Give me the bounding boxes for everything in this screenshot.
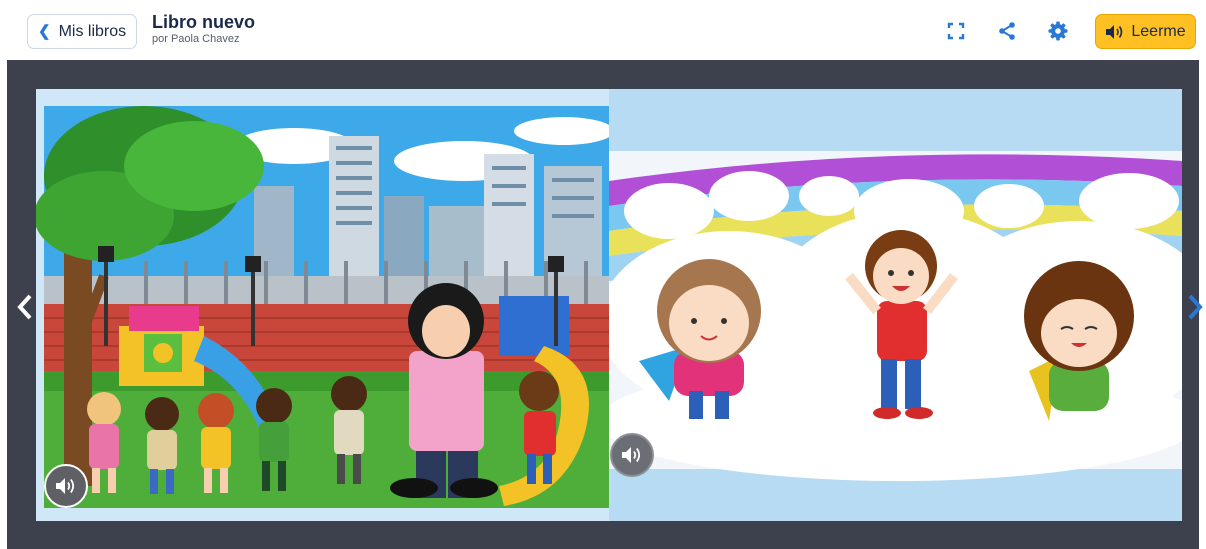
chevron-left-icon: ❮ bbox=[38, 23, 51, 40]
left-page-audio-button[interactable] bbox=[44, 464, 88, 508]
settings-button[interactable] bbox=[1046, 19, 1070, 43]
chevron-left-icon bbox=[17, 294, 32, 320]
speaker-icon bbox=[56, 478, 75, 494]
kids-on-clouds-illustration bbox=[609, 89, 1182, 521]
gear-icon bbox=[1048, 21, 1068, 41]
book-stage bbox=[7, 60, 1203, 549]
book-title: Libro nuevo bbox=[152, 12, 255, 32]
left-page bbox=[36, 89, 609, 521]
read-aloud-button[interactable]: Leerme bbox=[1095, 14, 1196, 49]
park-illustration bbox=[36, 89, 609, 521]
back-to-my-books-button[interactable]: ❮ Mis libros bbox=[27, 14, 137, 49]
fullscreen-button[interactable] bbox=[944, 19, 968, 43]
book-title-block: Libro nuevo por Paola Chavez bbox=[152, 12, 255, 46]
back-label: Mis libros bbox=[58, 22, 127, 40]
top-bar: ❮ Mis libros Libro nuevo por Paola Chave… bbox=[0, 0, 1206, 60]
share-icon bbox=[999, 22, 1015, 40]
fullscreen-icon bbox=[947, 22, 965, 40]
previous-page-button[interactable] bbox=[13, 290, 37, 324]
book-author: por Paola Chavez bbox=[152, 33, 240, 45]
read-aloud-label: Leerme bbox=[1131, 22, 1186, 40]
speaker-icon bbox=[622, 447, 641, 463]
share-button[interactable] bbox=[995, 19, 1019, 43]
right-page-audio-button[interactable] bbox=[610, 433, 654, 477]
next-page-button[interactable] bbox=[1183, 290, 1206, 324]
speaker-icon bbox=[1106, 24, 1123, 39]
right-page bbox=[609, 89, 1182, 521]
chevron-right-icon bbox=[1188, 294, 1203, 320]
